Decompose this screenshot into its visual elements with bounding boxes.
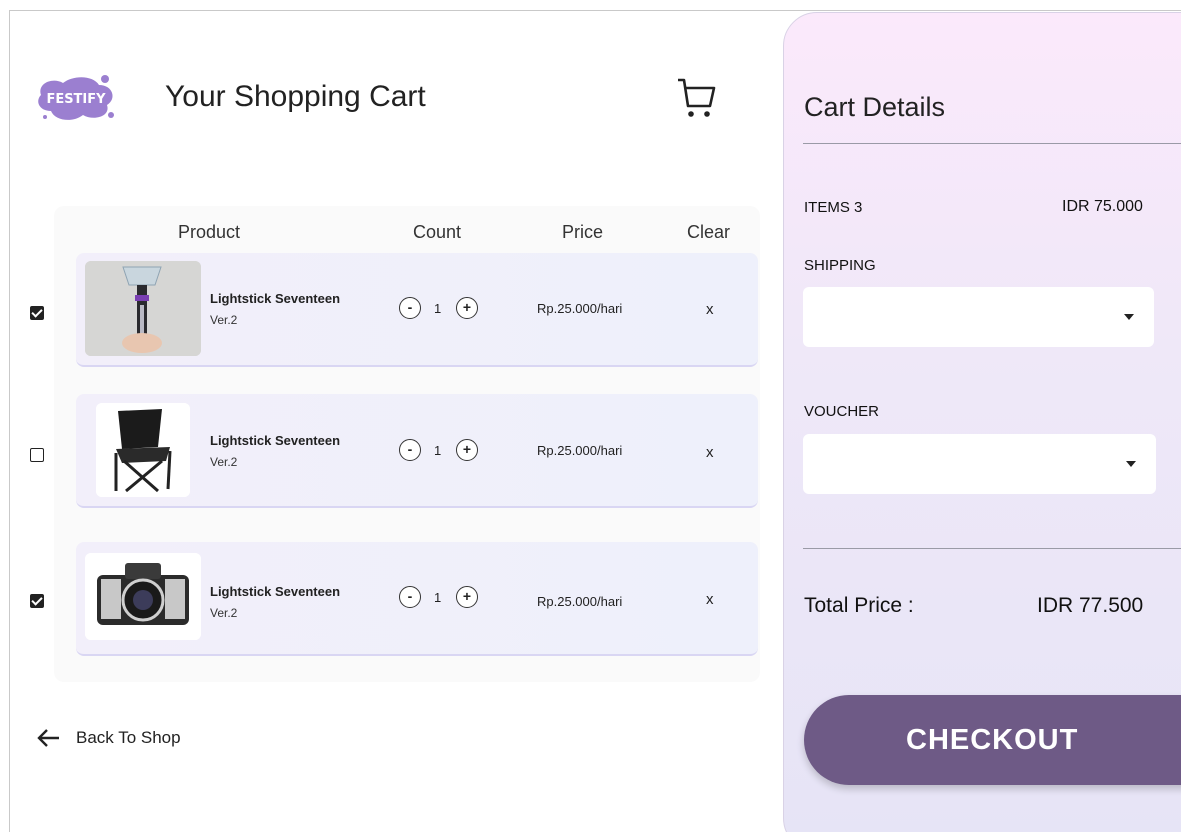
product-name: Lightstick Seventeen [210, 584, 341, 599]
product-thumbnail-folding-chair [96, 403, 190, 497]
quantity-value: 1 [434, 301, 442, 316]
product-name: Lightstick Seventeen [210, 291, 341, 306]
cart-details-title: Cart Details [804, 92, 946, 122]
voucher-label: VOUCHER [804, 403, 880, 420]
product-price: Rp.25.000/hari [537, 443, 623, 458]
festify-logo: FESTIFY [38, 75, 114, 120]
column-header-clear: Clear [687, 222, 731, 242]
shipping-label: SHIPPING [804, 257, 876, 274]
product-price: Rp.25.000/hari [537, 594, 623, 609]
column-header-price: Price [562, 222, 604, 242]
page-title: Your Shopping Cart [165, 80, 426, 113]
total-price-value: IDR 77.500 [1037, 594, 1144, 617]
logo-text: FESTIFY [46, 92, 106, 107]
items-subtotal: IDR 75.000 [1062, 198, 1143, 215]
chevron-down-icon [1126, 461, 1136, 467]
product-thumbnail-lightstick [85, 261, 201, 356]
decrement-button[interactable]: - [399, 586, 421, 608]
increment-button[interactable]: + [456, 439, 478, 461]
decrement-button[interactable]: - [399, 439, 421, 461]
total-price-label: Total Price : [804, 594, 914, 617]
column-header-count: Count [413, 222, 462, 242]
voucher-select[interactable] [803, 434, 1156, 494]
increment-button[interactable]: + [456, 297, 478, 319]
product-price: Rp.25.000/hari [537, 301, 623, 316]
remove-item-button[interactable]: x [706, 444, 714, 461]
column-header-product: Product [178, 222, 241, 242]
product-version: Ver.2 [210, 313, 238, 327]
chevron-down-icon [1124, 314, 1134, 320]
divider [803, 143, 1181, 144]
cart-icon[interactable] [676, 76, 716, 120]
row-checkbox[interactable] [30, 448, 44, 462]
shipping-select[interactable] [803, 287, 1154, 347]
increment-button[interactable]: + [456, 586, 478, 608]
decrement-button[interactable]: - [399, 297, 421, 319]
quantity-value: 1 [434, 590, 442, 605]
remove-item-button[interactable]: x [706, 301, 714, 318]
product-version: Ver.2 [210, 455, 238, 469]
items-count-label: ITEMS 3 [804, 199, 863, 216]
checkout-button[interactable]: CHECKOUT [804, 695, 1181, 785]
product-thumbnail-camera [85, 553, 201, 640]
remove-item-button[interactable]: x [706, 591, 714, 608]
product-name: Lightstick Seventeen [210, 433, 341, 448]
arrow-left-icon [37, 729, 59, 747]
back-to-shop-label: Back To Shop [76, 728, 181, 747]
quantity-value: 1 [434, 443, 442, 458]
divider [803, 548, 1181, 549]
row-checkbox[interactable] [30, 594, 44, 608]
product-version: Ver.2 [210, 606, 238, 620]
row-checkbox[interactable] [30, 306, 44, 320]
back-to-shop-link[interactable]: Back To Shop [36, 728, 181, 748]
